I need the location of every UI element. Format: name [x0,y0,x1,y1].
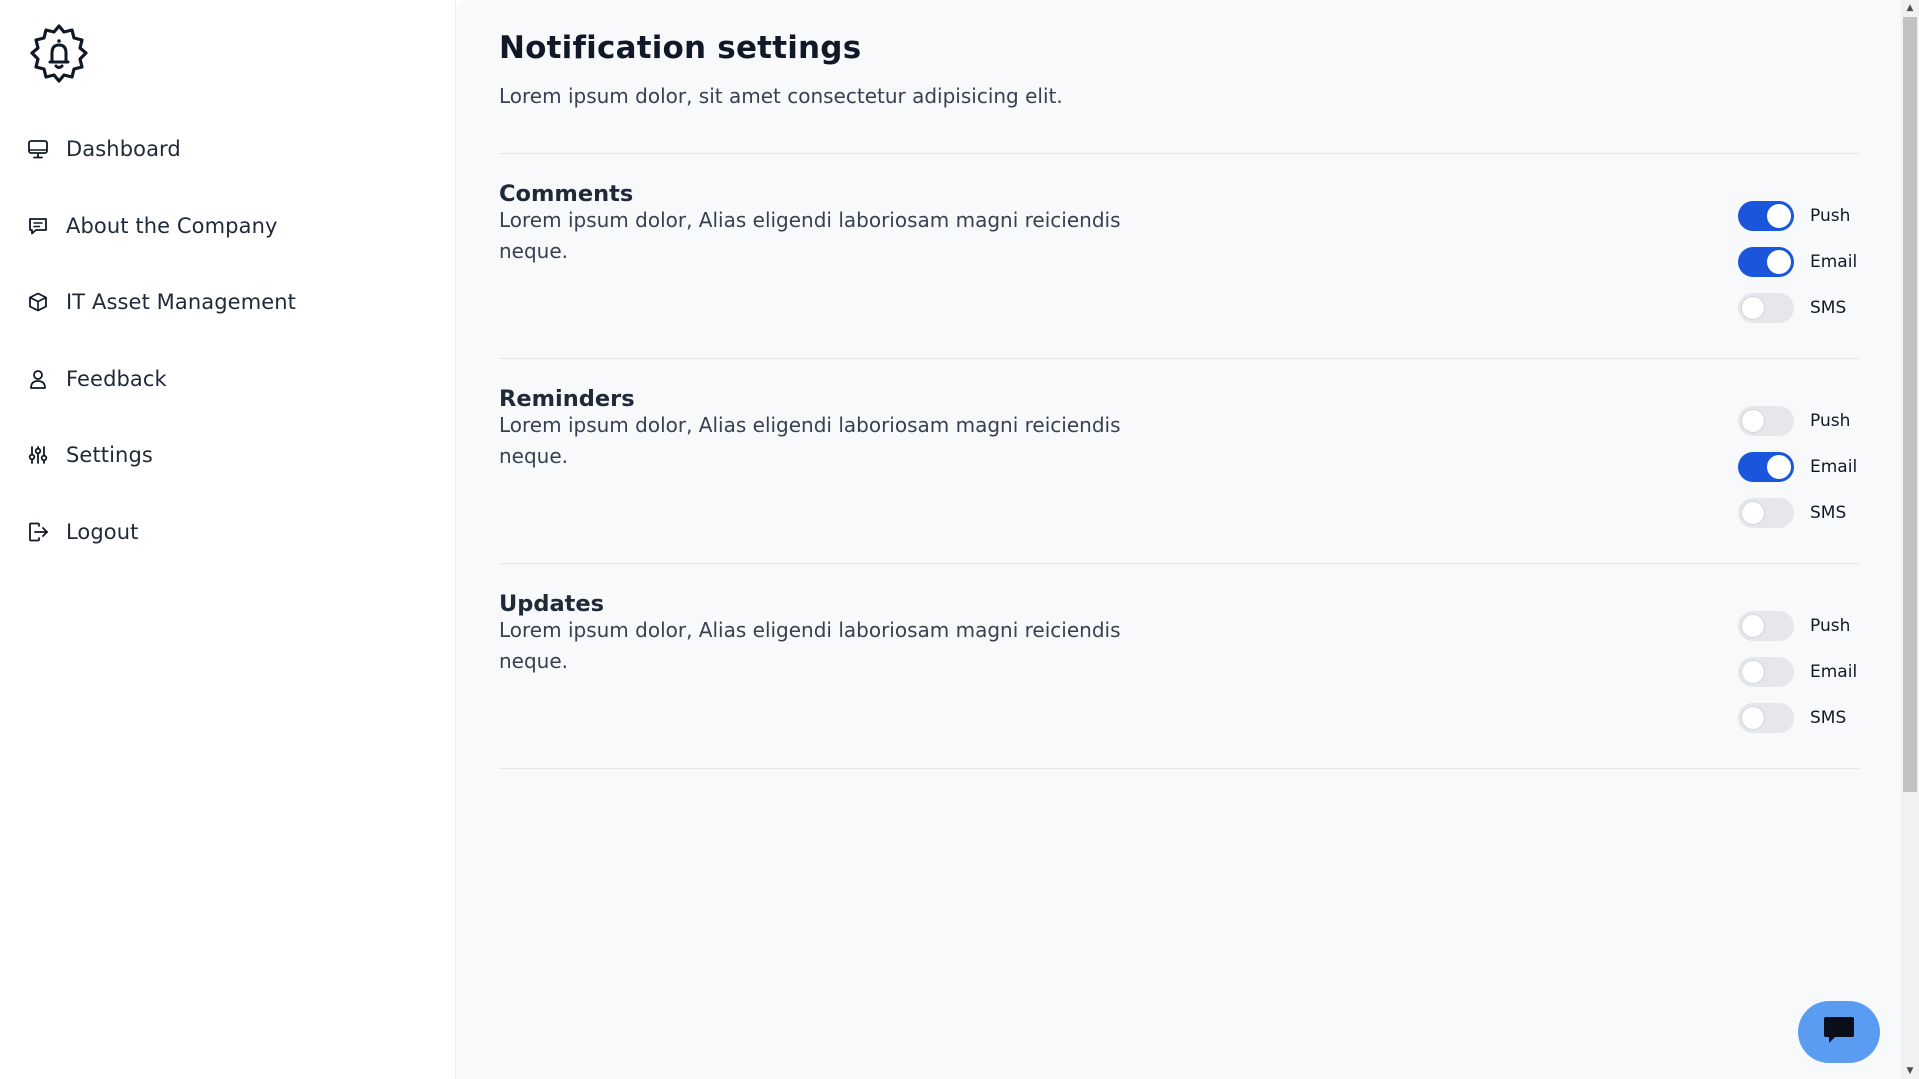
vertical-scrollbar[interactable]: ▲ ▼ [1901,0,1919,1079]
push-toggle-switch[interactable] [1738,201,1794,231]
chat-button[interactable] [1798,1001,1880,1063]
push-toggle-switch[interactable] [1738,406,1794,436]
section-title: Reminders [499,386,635,412]
toggle-push: Push [1738,611,1860,641]
sidebar-item-about-company[interactable]: About the Company [26,204,296,248]
scrollbar-thumb[interactable] [1903,17,1917,792]
divider [499,358,1860,359]
sidebar-item-dashboard[interactable]: Dashboard [26,127,296,171]
divider [499,153,1860,154]
sidebar-item-label: Settings [66,443,153,467]
cube-icon [26,290,50,314]
section-reminders: Reminders Lorem ipsum dolor, Alias elige… [499,386,1860,590]
sidebar-item-label: Logout [66,519,139,544]
sliders-icon [26,443,50,467]
toggle-label: SMS [1810,503,1847,523]
toggle-push: Push [1738,201,1860,231]
toggle-knob [1741,501,1765,525]
sidebar-item-label: About the Company [66,213,278,238]
user-icon [26,367,50,391]
divider [499,768,1860,769]
toggle-knob [1741,706,1765,730]
monitor-icon [26,137,50,161]
logout-icon [26,520,50,544]
page-title: Notification settings [499,30,862,66]
sidebar-item-it-asset-management[interactable]: IT Asset Management [26,280,296,324]
section-description: Lorem ipsum dolor, Alias eligendi labori… [499,413,1121,468]
push-toggle-switch[interactable] [1738,611,1794,641]
toggle-push: Push [1738,406,1860,436]
sidebar-item-label: IT Asset Management [66,290,297,314]
toggle-label: Push [1810,206,1851,226]
toggle-label: Email [1810,662,1858,682]
scroll-up-arrow-icon[interactable]: ▲ [1901,0,1919,16]
sidebar: Dashboard About the Company IT Asset Man… [0,0,456,1079]
main-content: Notification settings Lorem ipsum dolor,… [456,0,1901,1079]
sidebar-item-settings[interactable]: Settings [26,433,296,477]
toggle-knob [1767,204,1791,228]
toggle-label: Email [1810,252,1858,272]
toggle-label: Push [1810,411,1851,431]
toggle-email: Email [1738,452,1860,482]
divider [499,563,1860,564]
page-subtitle: Lorem ipsum dolor, sit amet consectetur … [499,84,1063,108]
sidebar-nav: Dashboard About the Company IT Asset Man… [26,127,296,586]
chat-bubble-icon [1823,1015,1855,1049]
sms-toggle-switch[interactable] [1738,293,1794,323]
message-icon [26,214,50,238]
toggle-knob [1767,250,1791,274]
email-toggle-switch[interactable] [1738,247,1794,277]
sidebar-item-logout[interactable]: Logout [26,510,296,554]
toggle-label: Push [1810,616,1851,636]
toggle-group: Push Email SMS [1738,406,1860,544]
toggle-label: SMS [1810,298,1847,318]
toggle-label: Email [1810,457,1858,477]
toggle-knob [1741,660,1765,684]
section-description: Lorem ipsum dolor, Alias eligendi labori… [499,208,1121,263]
toggle-email: Email [1738,657,1860,687]
toggle-knob [1767,455,1791,479]
gear-bell-icon[interactable] [26,22,92,88]
toggle-label: SMS [1810,708,1847,728]
toggle-knob [1741,296,1765,320]
email-toggle-switch[interactable] [1738,657,1794,687]
toggle-knob [1741,409,1765,433]
toggle-sms: SMS [1738,498,1860,528]
toggle-group: Push Email SMS [1738,201,1860,339]
scroll-down-arrow-icon[interactable]: ▼ [1901,1063,1919,1079]
section-updates: Updates Lorem ipsum dolor, Alias eligend… [499,591,1860,795]
section-comments: Comments Lorem ipsum dolor, Alias eligen… [499,181,1860,385]
sms-toggle-switch[interactable] [1738,703,1794,733]
toggle-sms: SMS [1738,293,1860,323]
toggle-sms: SMS [1738,703,1860,733]
sms-toggle-switch[interactable] [1738,498,1794,528]
sidebar-item-label: Dashboard [66,137,181,161]
sidebar-item-feedback[interactable]: Feedback [26,357,296,401]
section-title: Comments [499,181,634,207]
section-title: Updates [499,591,605,617]
toggle-group: Push Email SMS [1738,611,1860,749]
section-description: Lorem ipsum dolor, Alias eligendi labori… [499,618,1121,673]
toggle-knob [1741,614,1765,638]
toggle-email: Email [1738,247,1860,277]
email-toggle-switch[interactable] [1738,452,1794,482]
sidebar-item-label: Feedback [66,366,167,391]
